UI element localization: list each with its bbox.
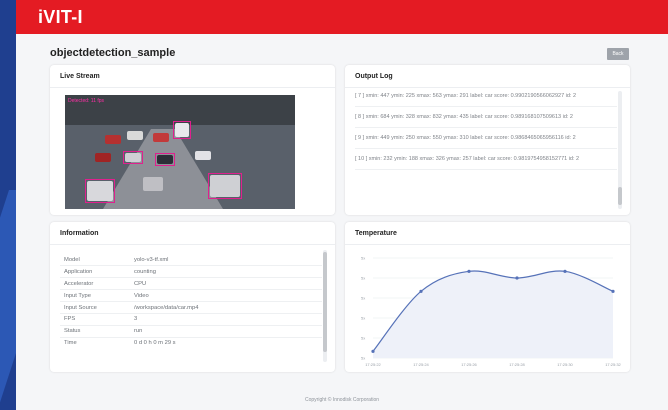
x-tick-label: 17:25:26 xyxy=(461,362,477,367)
stream-overlay-text: Detected: 11 fps xyxy=(68,98,105,104)
footer-copyright: Copyright © Innodisk Corporation xyxy=(305,397,379,403)
y-tick-label: 5x xyxy=(361,316,365,321)
info-key: FPS xyxy=(60,312,134,326)
data-point xyxy=(611,289,615,293)
log-entry: [ 10 ] xmin: 232 ymin: 188 xmax: 326 yma… xyxy=(355,155,617,170)
divider xyxy=(50,244,335,245)
detection-box xyxy=(208,173,242,199)
table-row: Application counting xyxy=(60,265,322,278)
top-bar xyxy=(16,0,668,34)
scrollbar-thumb[interactable] xyxy=(323,252,327,352)
data-point xyxy=(419,289,423,293)
y-tick-label: 5x xyxy=(361,336,365,341)
y-tick-label: 5x xyxy=(361,276,365,281)
log-list: [ 7 ] xmin: 447 ymin: 225 xmax: 563 ymax… xyxy=(355,92,617,176)
output-log-card: Output Log [ 7 ] xmin: 447 ymin: 225 xma… xyxy=(345,65,630,215)
scrollbar-thumb[interactable] xyxy=(618,187,622,205)
page-title: objectdetection_sample xyxy=(50,47,176,59)
info-key: Accelerator xyxy=(60,277,134,290)
table-row: Input Type Video xyxy=(60,289,322,302)
x-tick-label: 17:25:30 xyxy=(557,362,573,367)
info-table: Model yolo-v3-tf.xml Application counting … xyxy=(60,254,322,350)
table-row: FPS 3 xyxy=(60,312,322,326)
info-key: Model xyxy=(64,256,80,263)
car xyxy=(127,131,143,140)
card-title: Output Log xyxy=(355,73,393,80)
car xyxy=(153,133,169,142)
log-entry: [ 7 ] xmin: 447 ymin: 225 xmax: 563 ymax… xyxy=(355,92,617,107)
car xyxy=(195,151,211,160)
table-row: Time 0 d 0 h 0 m 29 s xyxy=(60,336,322,350)
y-tick-label: 5x xyxy=(361,356,365,361)
series-area xyxy=(373,270,613,358)
table-row: Model yolo-v3-tf.xml xyxy=(60,254,322,266)
car xyxy=(143,177,163,191)
car xyxy=(105,135,121,144)
card-title: Information xyxy=(60,230,99,237)
x-tick-label: 17:25:28 xyxy=(509,362,525,367)
card-title: Live Stream xyxy=(60,73,100,80)
detection-box xyxy=(85,179,115,203)
info-value: Video xyxy=(134,289,322,302)
y-tick-label: 5x xyxy=(361,256,365,261)
info-key: Input Source xyxy=(60,301,134,314)
info-value: counting xyxy=(134,265,322,278)
divider xyxy=(50,87,335,88)
information-card: Information Model yolo-v3-tf.xml Applicat… xyxy=(50,222,335,372)
x-tick-label: 17:25:24 xyxy=(413,362,429,367)
info-value: 0 d 0 h 0 m 29 s xyxy=(134,336,322,350)
info-key: Application xyxy=(60,265,134,278)
info-value: 3 xyxy=(134,312,322,326)
detection-box xyxy=(155,153,175,166)
log-entry: [ 9 ] xmin: 449 ymin: 250 xmax: 550 ymax… xyxy=(355,134,617,149)
back-button[interactable]: Back xyxy=(607,48,629,60)
info-key: Input Type xyxy=(60,289,134,302)
car xyxy=(95,153,111,162)
log-scrollbar[interactable] xyxy=(618,91,622,209)
card-title: Temperature xyxy=(355,230,397,237)
data-point xyxy=(563,269,567,273)
x-tick-label: 17:25:32 xyxy=(605,362,621,367)
data-point xyxy=(515,276,519,280)
x-tick-label: 17:25:22 xyxy=(365,362,381,367)
video-stream: Detected: 11 fps xyxy=(65,95,295,209)
info-value: run xyxy=(134,324,322,338)
log-entry: [ 8 ] xmin: 684 ymin: 328 xmax: 832 ymax… xyxy=(355,113,617,128)
brand-logo: iVIT-I xyxy=(38,7,83,27)
temperature-card: Temperature 5x 5x 5x 5x 5x 5x 17:25:22 17:25:24… xyxy=(345,222,630,372)
divider xyxy=(345,87,630,88)
detection-box xyxy=(173,121,191,139)
info-value: CPU xyxy=(134,277,322,290)
info-value: /workspace/data/car.mp4 xyxy=(134,301,322,314)
table-row: Input Source/workspace/data/car.mp4 xyxy=(60,301,322,314)
y-tick-label: 5x xyxy=(361,296,365,301)
info-key: Time xyxy=(60,336,134,350)
detection-box xyxy=(123,151,143,164)
table-row: Status run xyxy=(60,324,322,338)
info-scrollbar[interactable] xyxy=(323,250,327,362)
data-point xyxy=(371,349,375,353)
info-key: Status xyxy=(60,324,134,338)
live-stream-card: Live Stream Detected: 11 fps xyxy=(50,65,335,215)
temperature-chart: 5x5x5x5x5x5x17:25:22 17:25:24 17:25:26 17:2… xyxy=(361,256,622,368)
data-point xyxy=(467,269,471,273)
table-row: Accelerator CPU xyxy=(60,277,322,290)
info-value: yolo-v3-tf.xml xyxy=(134,256,169,263)
